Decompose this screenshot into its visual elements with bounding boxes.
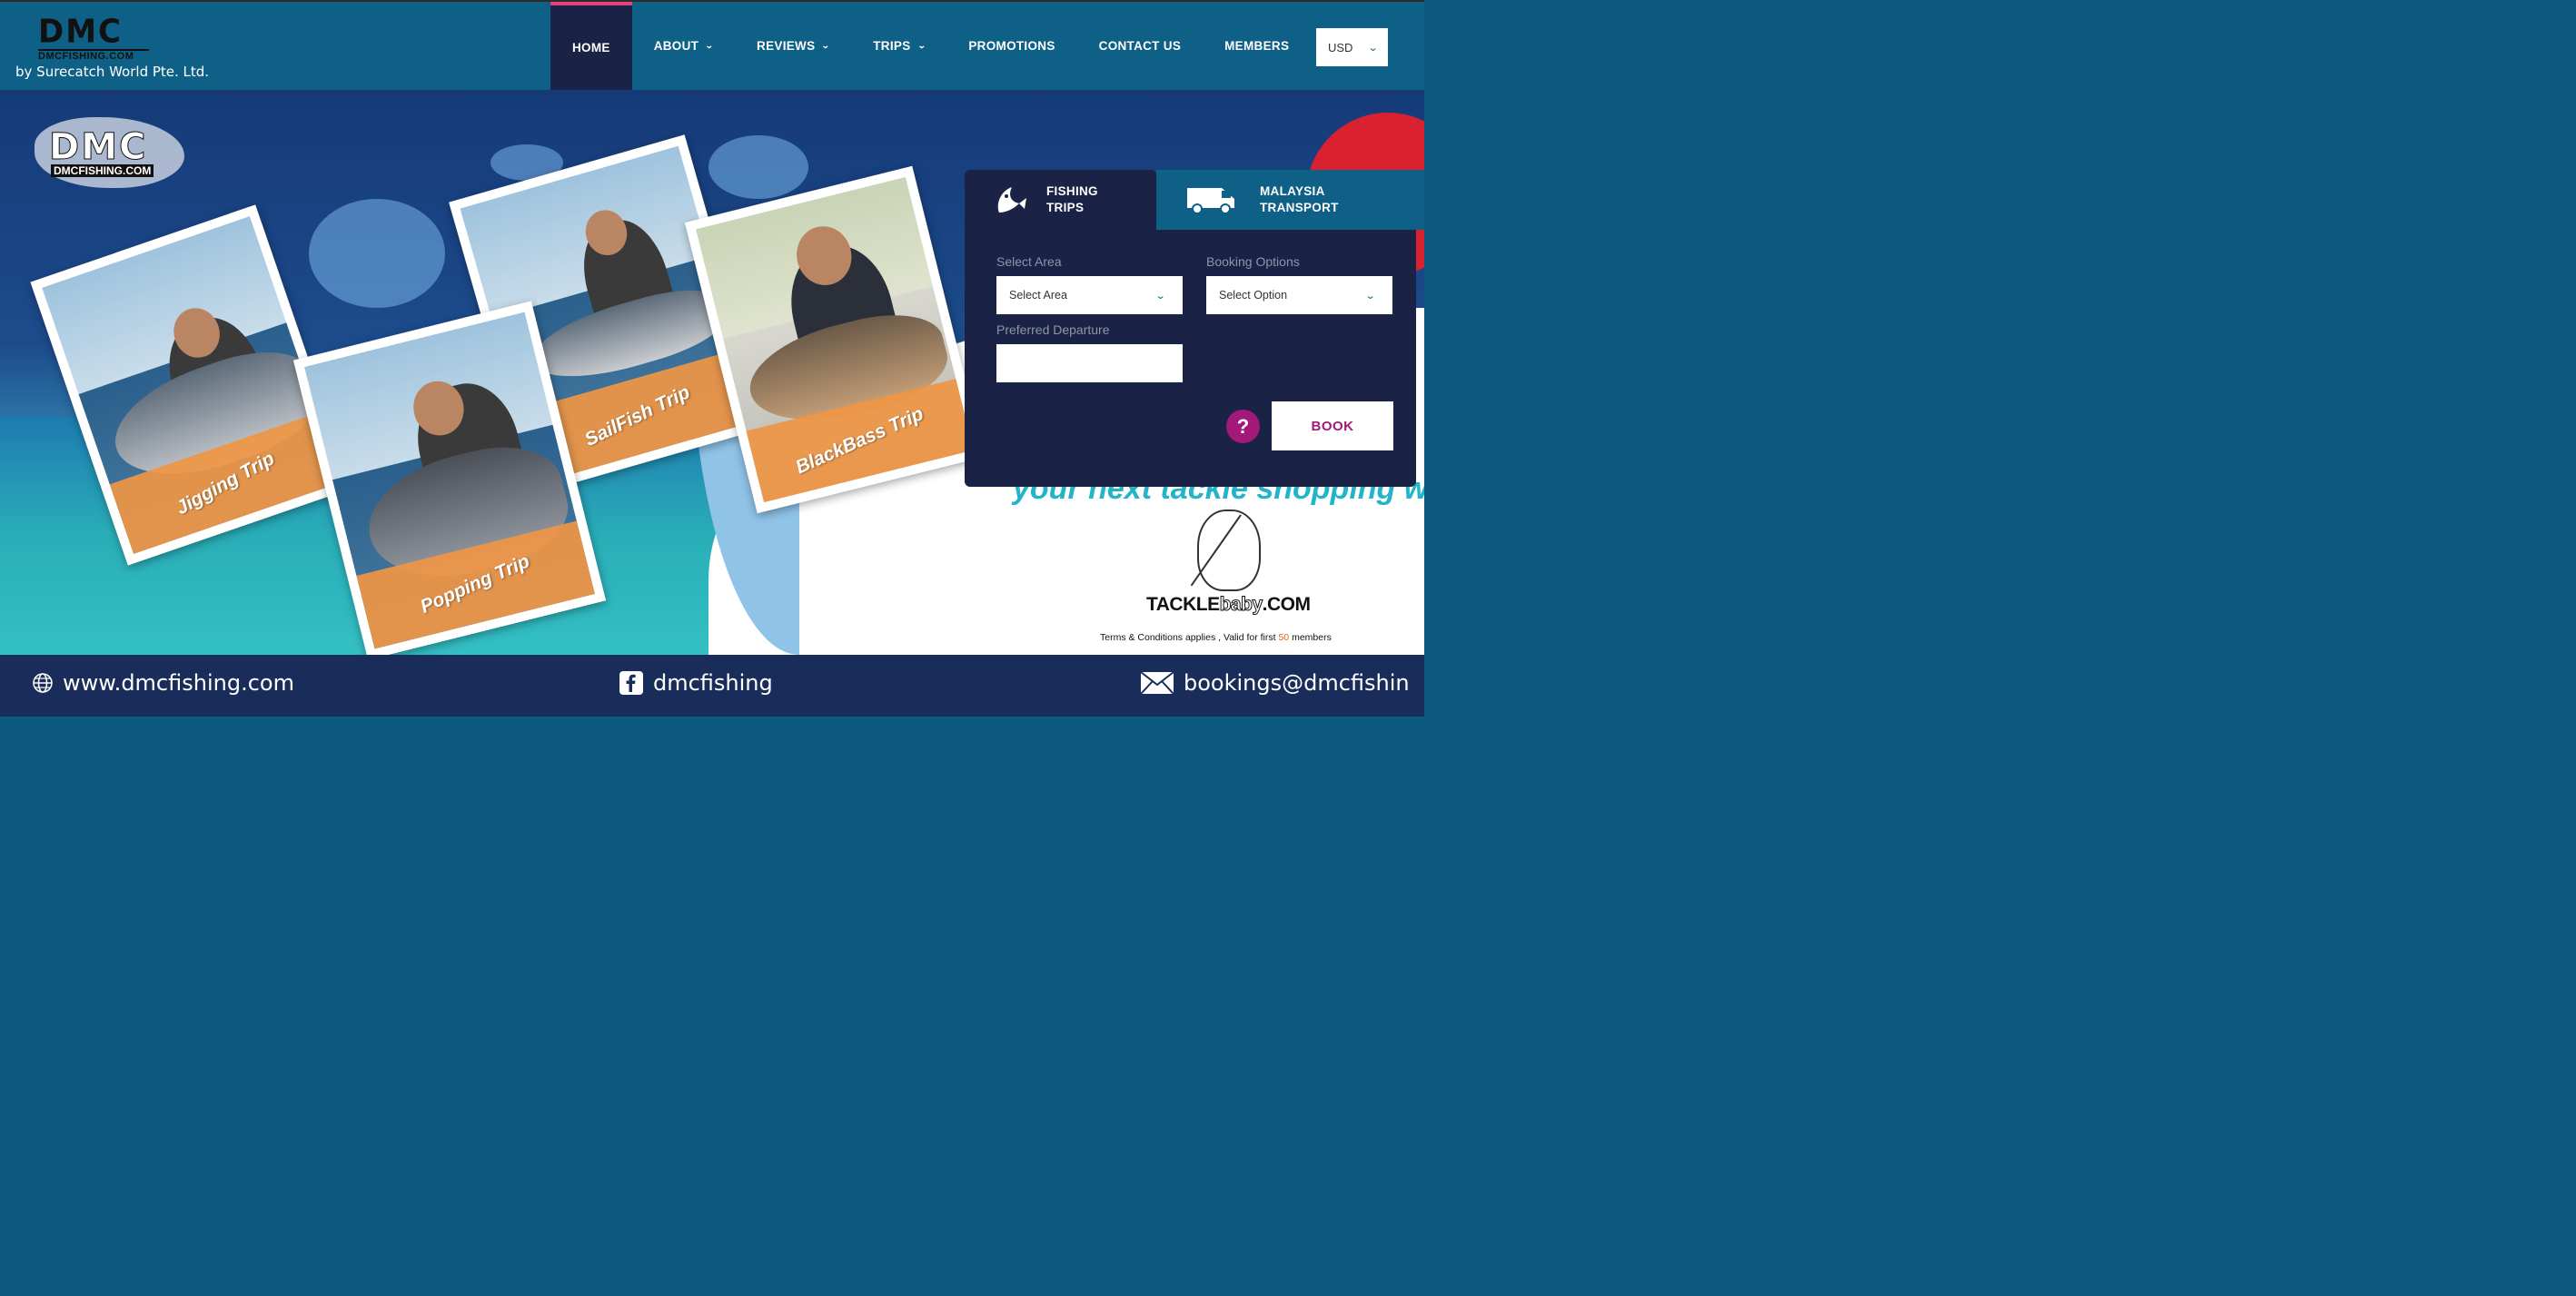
facebook-text: dmcfishing: [653, 670, 773, 696]
booking-panel: Select Area Select Area ⌄ Booking Option…: [965, 230, 1416, 487]
site-logo[interactable]: DMC DMCFISHING.COM: [38, 13, 151, 62]
tab-label: TRIPS: [1046, 201, 1085, 214]
tab-label: FISHING: [1046, 184, 1098, 198]
chevron-down-icon: ⌄: [821, 41, 831, 50]
page: DMC DMCFISHING.COM by Surecatch World Pt…: [0, 0, 1424, 717]
chevron-down-icon: ⌄: [1154, 290, 1166, 302]
website-text: www.dmcfishing.com: [63, 670, 294, 696]
terms-text: Terms & Conditions applies , Valid for f…: [1100, 632, 1279, 643]
chevron-down-icon: ⌄: [705, 41, 715, 50]
terms-count: 50: [1278, 632, 1290, 643]
site-header: DMC DMCFISHING.COM by Surecatch World Pt…: [0, 0, 1424, 90]
terms-text: members: [1289, 632, 1332, 643]
envelope-icon: [1140, 671, 1174, 695]
nav-contact-us[interactable]: CONTACT US: [1077, 2, 1204, 90]
email-text: bookings@dmcfishin: [1184, 670, 1410, 696]
trip-card-label: Popping Trip: [417, 550, 534, 618]
tacklebaby-logo-part: .COM: [1262, 594, 1311, 615]
nav-promotions-label: PROMOTIONS: [968, 39, 1055, 53]
currency-value: USD: [1328, 40, 1353, 54]
tacklebaby-logo-part: baby: [1219, 594, 1263, 616]
van-icon: [1185, 184, 1260, 215]
preferred-departure-label: Preferred Departure: [996, 322, 1110, 337]
tab-label: TRANSPORT: [1260, 201, 1339, 214]
footer-facebook[interactable]: dmcfishing: [619, 670, 773, 696]
trip-card-label: SailFish Trip: [581, 381, 694, 450]
footer-bar: www.dmcfishing.com dmcfishing bookings@d…: [0, 655, 1424, 717]
help-button[interactable]: ?: [1226, 410, 1260, 443]
nav-promotions[interactable]: PROMOTIONS: [946, 2, 1076, 90]
nav-reviews-label: REVIEWS: [757, 39, 816, 53]
tab-fishing-trips[interactable]: FISHING TRIPS: [965, 170, 1156, 230]
nav-members[interactable]: MEMBERS: [1203, 2, 1311, 90]
nav-reviews[interactable]: REVIEWS ⌄: [735, 2, 851, 90]
facebook-icon: [619, 670, 644, 696]
water-splash: [708, 135, 808, 199]
chevron-down-icon: ⌄: [1364, 290, 1376, 302]
logo-subtext: DMCFISHING.COM: [38, 49, 149, 62]
tab-label: MALAYSIA: [1260, 184, 1325, 198]
nav-contact-label: CONTACT US: [1098, 39, 1182, 53]
tacklebaby-mascot-icon: [1197, 509, 1261, 591]
booking-options-value: Select Option: [1219, 289, 1288, 302]
nav-trips-label: TRIPS: [873, 39, 911, 53]
water-splash: [309, 199, 445, 308]
fish-icon: [992, 182, 1046, 218]
preferred-departure-input[interactable]: [996, 344, 1183, 382]
chevron-down-icon: ⌄: [916, 41, 926, 50]
nav-about-label: ABOUT: [653, 39, 699, 53]
nav-trips[interactable]: TRIPS ⌄: [851, 2, 946, 90]
terms-note: Terms & Conditions applies , Valid for f…: [1100, 632, 1332, 643]
tab-malaysia-transport[interactable]: MALAYSIA TRANSPORT: [1156, 170, 1424, 230]
nav-members-label: MEMBERS: [1224, 39, 1290, 53]
tacklebaby-logo: TACKLEbaby.COM: [1146, 594, 1311, 616]
hero-logo-subtext: DMCFISHING.COM: [51, 164, 154, 177]
nav-home-label: HOME: [572, 41, 610, 54]
booking-widget: FISHING TRIPS MALAYSIA TRANSPORT Select Ar…: [965, 170, 1424, 487]
footer-email[interactable]: bookings@dmcfishin: [1140, 670, 1410, 696]
tacklebaby-logo-part: TACKLE: [1146, 594, 1220, 615]
select-area-label: Select Area: [996, 254, 1062, 269]
nav-about[interactable]: ABOUT ⌄: [632, 2, 735, 90]
select-area-value: Select Area: [1009, 289, 1067, 302]
trip-card-label: BlackBass Trip: [792, 402, 927, 479]
booking-tabs: FISHING TRIPS MALAYSIA TRANSPORT: [965, 170, 1424, 230]
booking-options-dropdown[interactable]: Select Option ⌄: [1206, 276, 1392, 314]
logo-text: DMC: [38, 13, 124, 52]
company-name: by Surecatch World Pte. Ltd.: [15, 64, 210, 80]
hero-logo-text: DMC: [48, 126, 148, 169]
chevron-down-icon: ⌄: [1368, 42, 1380, 54]
footer-website[interactable]: www.dmcfishing.com: [32, 670, 294, 696]
trip-card-label: Jigging Trip: [173, 447, 279, 519]
select-area-dropdown[interactable]: Select Area ⌄: [996, 276, 1183, 314]
nav-home[interactable]: HOME: [550, 2, 632, 90]
hero-logo: DMC DMCFISHING.COM: [35, 117, 189, 190]
main-nav: HOME ABOUT ⌄ REVIEWS ⌄ TRIPS ⌄ PROMOTIONS C…: [550, 2, 1311, 90]
booking-options-label: Booking Options: [1206, 254, 1300, 269]
currency-select[interactable]: USD ⌄: [1316, 28, 1388, 66]
globe-icon: [32, 672, 54, 694]
book-button[interactable]: BOOK: [1272, 401, 1393, 450]
